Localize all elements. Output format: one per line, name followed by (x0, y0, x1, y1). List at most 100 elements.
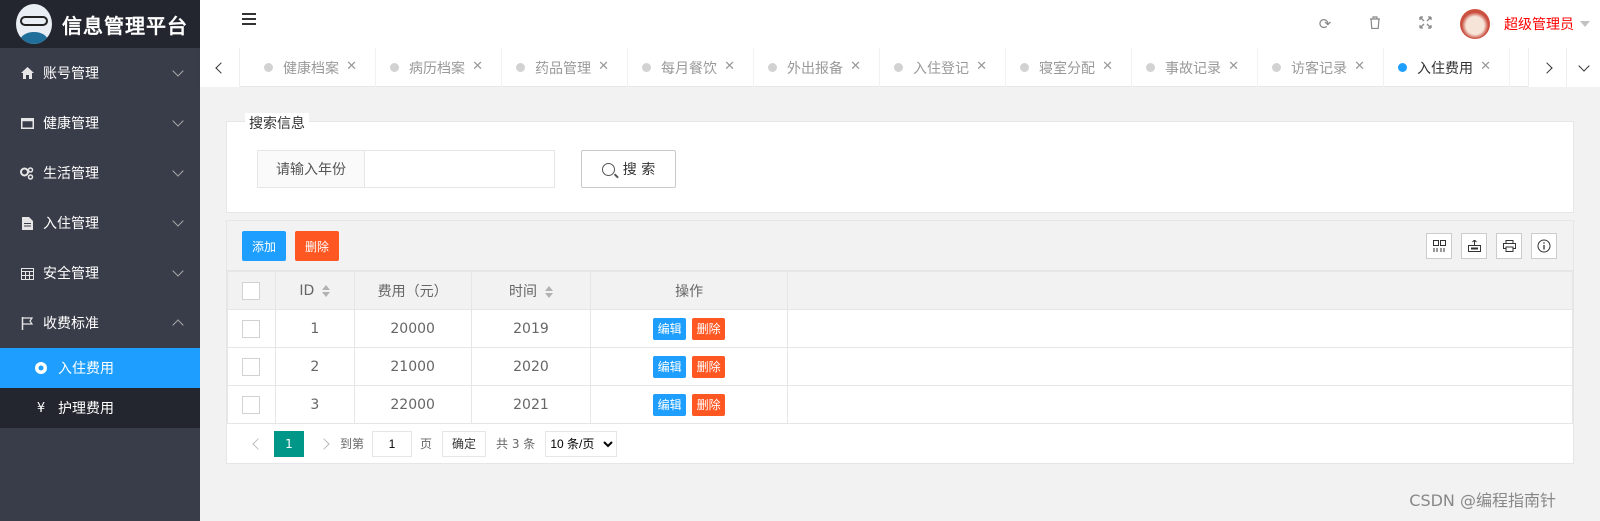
tab-label: 每月餐饮 (661, 60, 717, 77)
close-icon[interactable]: ✕ (1354, 59, 1365, 74)
sidebar-item-label: 收费标准 (43, 316, 99, 332)
close-icon[interactable]: ✕ (976, 59, 987, 74)
sidebar-subitem-label: 护理费用 (58, 401, 114, 417)
window-icon (20, 116, 34, 130)
tab-label: 访客记录 (1291, 60, 1347, 77)
cell-filler (786, 309, 1574, 348)
tab-label: 药品管理 (535, 60, 591, 77)
chevron-down-icon (172, 265, 184, 277)
close-icon[interactable]: ✕ (850, 59, 861, 74)
tabs-scroll-left-button[interactable] (200, 48, 240, 87)
table-tool-icons (1417, 233, 1557, 259)
edit-button[interactable]: 编辑 (653, 355, 687, 378)
add-button[interactable]: 添加 (242, 231, 286, 261)
sort-icon[interactable] (544, 285, 553, 298)
avatar[interactable] (1460, 9, 1490, 39)
sidebar-item-health[interactable]: 健康管理 (0, 98, 200, 148)
sidebar-item-fees[interactable]: 收费标准 (0, 298, 200, 348)
tab-visitor-records[interactable]: 访客记录 ✕ (1258, 48, 1384, 87)
tab-label: 寝室分配 (1039, 60, 1095, 77)
close-icon[interactable]: ✕ (598, 59, 609, 74)
columns-filter-icon[interactable] (1426, 233, 1452, 259)
cell-actions: 编辑 删除 (590, 347, 788, 386)
close-icon[interactable]: ✕ (472, 59, 483, 74)
next-page-icon[interactable] (318, 437, 330, 450)
tab-medical-records[interactable]: 病历档案 ✕ (376, 48, 502, 87)
refresh-icon[interactable]: ⟳ (1300, 15, 1350, 33)
sidebar-item-account[interactable]: 账号管理 (0, 48, 200, 98)
close-icon[interactable]: ✕ (724, 59, 735, 74)
tab-checkin-fee[interactable]: 入住费用 ✕ (1384, 48, 1510, 87)
fullscreen-icon[interactable] (1400, 15, 1450, 33)
info-icon[interactable] (1531, 233, 1557, 259)
search-button[interactable]: 搜 索 (581, 150, 676, 188)
table-row: 1 20000 2019 编辑 删除 (227, 309, 1574, 348)
tab-medicine[interactable]: 药品管理 ✕ (502, 48, 628, 87)
search-panel: 搜索信息 请输入年份 搜 索 (226, 113, 1574, 213)
prev-page-icon[interactable] (252, 437, 264, 450)
page-size-select[interactable]: 10 条/页 (545, 430, 618, 457)
logo-icon (16, 4, 52, 44)
table-row: 3 22000 2021 编辑 删除 (227, 385, 1574, 424)
sidebar-item-safety[interactable]: 安全管理 (0, 248, 200, 298)
close-icon[interactable]: ✕ (1228, 59, 1239, 74)
print-icon[interactable] (1496, 233, 1522, 259)
col-filler-header (786, 271, 1574, 310)
cell-actions: 编辑 删除 (590, 385, 788, 424)
chevron-down-icon (172, 215, 184, 227)
tabs-scroll-right-button[interactable] (1528, 48, 1568, 87)
sidebar-item-label: 账号管理 (43, 66, 99, 82)
menu-fold-icon[interactable] (242, 13, 256, 25)
year-input[interactable] (365, 150, 555, 188)
col-year-label: 时间 (508, 283, 537, 300)
total-count: 共 3 条 (496, 437, 536, 451)
close-icon[interactable]: ✕ (1480, 59, 1491, 74)
year-input-label: 请输入年份 (257, 150, 365, 188)
tab-room-assign[interactable]: 寝室分配 ✕ (1006, 48, 1132, 87)
edit-button[interactable]: 编辑 (653, 393, 687, 416)
sidebar-subitem-care-fee[interactable]: ¥ 护理费用 (0, 388, 200, 428)
trash-icon[interactable] (1350, 15, 1400, 33)
table-row: 2 21000 2020 编辑 删除 (227, 347, 1574, 386)
dot-circle-icon (34, 362, 48, 374)
row-checkbox[interactable] (242, 319, 261, 338)
tab-checkin-register[interactable]: 入住登记 ✕ (880, 48, 1006, 87)
home-icon (20, 66, 34, 80)
col-year-header[interactable]: 时间 (470, 271, 592, 310)
user-name[interactable]: 超级管理员 (1504, 14, 1574, 34)
tab-health-records[interactable]: 健康档案 ✕ (250, 48, 376, 87)
table-header-row: ID 费用（元） 时间 操作 (227, 271, 1574, 310)
current-page-button[interactable]: 1 (274, 430, 304, 457)
sidebar-item-checkin[interactable]: 入住管理 (0, 198, 200, 248)
select-all-cell (227, 271, 276, 310)
sidebar-subitem-checkin-fee[interactable]: 入住费用 (0, 348, 200, 388)
batch-delete-button[interactable]: 删除 (295, 231, 339, 261)
row-checkbox[interactable] (242, 357, 261, 376)
tab-outing-report[interactable]: 外出报备 ✕ (754, 48, 880, 87)
search-icon (601, 162, 615, 176)
export-icon[interactable] (1461, 233, 1487, 259)
col-id-header[interactable]: ID (274, 271, 355, 310)
delete-button[interactable]: 删除 (692, 355, 726, 378)
row-checkbox[interactable] (242, 395, 261, 414)
close-icon[interactable]: ✕ (1102, 59, 1113, 74)
cell-fee: 21000 (353, 347, 472, 386)
sort-icon[interactable] (322, 284, 331, 297)
select-all-checkbox[interactable] (242, 281, 261, 300)
close-icon[interactable]: ✕ (346, 59, 357, 74)
tabs-menu-button[interactable] (1566, 48, 1600, 87)
edit-button[interactable]: 编辑 (653, 317, 687, 340)
caret-down-icon[interactable] (1580, 21, 1590, 27)
tab-monthly-meals[interactable]: 每月餐饮 ✕ (628, 48, 754, 87)
goto-confirm-button[interactable]: 确定 (442, 430, 487, 457)
year-input-group: 请输入年份 (257, 150, 555, 188)
sidebar-item-life[interactable]: 生活管理 (0, 148, 200, 198)
delete-button[interactable]: 删除 (692, 393, 726, 416)
page-number-input[interactable] (372, 430, 413, 457)
logo-area[interactable]: 信息管理平台 (0, 0, 200, 48)
sidebar-item-label: 安全管理 (43, 266, 99, 282)
tab-accident-records[interactable]: 事故记录 ✕ (1132, 48, 1258, 87)
sidebar: 信息管理平台 账号管理 健康管理 生活管理 入住管理 安全管理 收费标准 入住费… (0, 0, 200, 521)
tabs-bar: 健康档案 ✕ 病历档案 ✕ 药品管理 ✕ 每月餐饮 ✕ 外出报备 ✕ 入住登记 ✕ 寝室分配… (200, 48, 1600, 87)
delete-button[interactable]: 删除 (692, 317, 726, 340)
